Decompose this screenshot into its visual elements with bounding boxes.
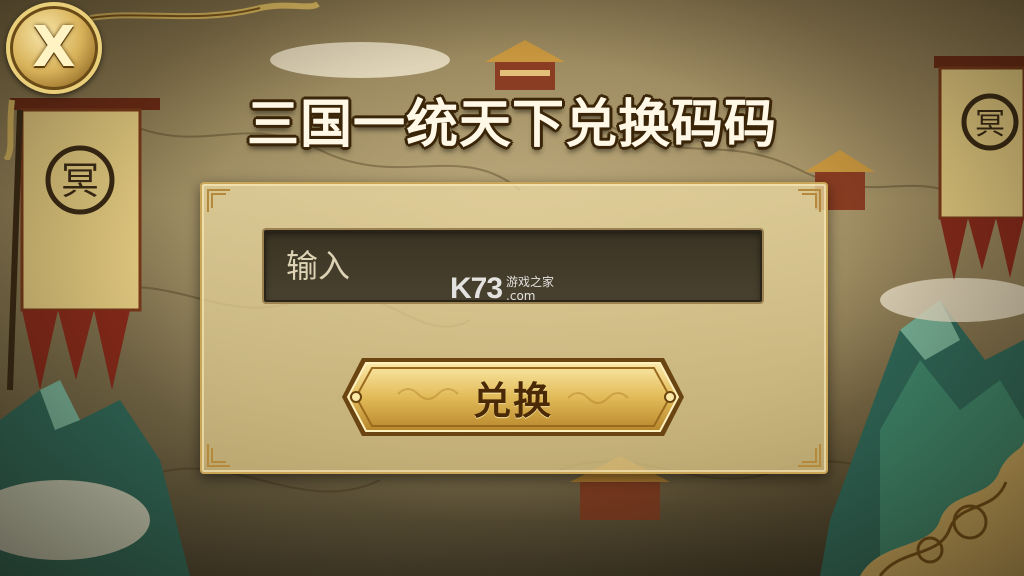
panel-corner-ornament-bl xyxy=(207,444,230,467)
watermark-line1: 游戏之家 xyxy=(506,275,555,289)
close-button[interactable]: X xyxy=(6,2,102,94)
watermark-logo: K73 xyxy=(450,272,503,305)
watermark: K73 游戏之家 .com xyxy=(450,272,554,306)
banner-emblem-text: 冥 xyxy=(61,159,99,203)
panel-corner-ornament-br xyxy=(798,444,821,467)
gold-cloud-frame-bottom xyxy=(860,440,1024,576)
panel-corner-ornament-tl xyxy=(207,189,230,212)
close-icon: X xyxy=(32,15,76,80)
page-title: 三国一统天下兑换码码 xyxy=(246,95,777,155)
redeem-panel: K73 游戏之家 .com 兑换 xyxy=(200,182,828,474)
redeem-button[interactable]: 兑换 xyxy=(338,354,688,440)
watermark-line2: .com xyxy=(506,289,536,303)
redeem-button-label: 兑换 xyxy=(472,378,553,423)
panel-corner-ornament-tr xyxy=(798,189,821,212)
